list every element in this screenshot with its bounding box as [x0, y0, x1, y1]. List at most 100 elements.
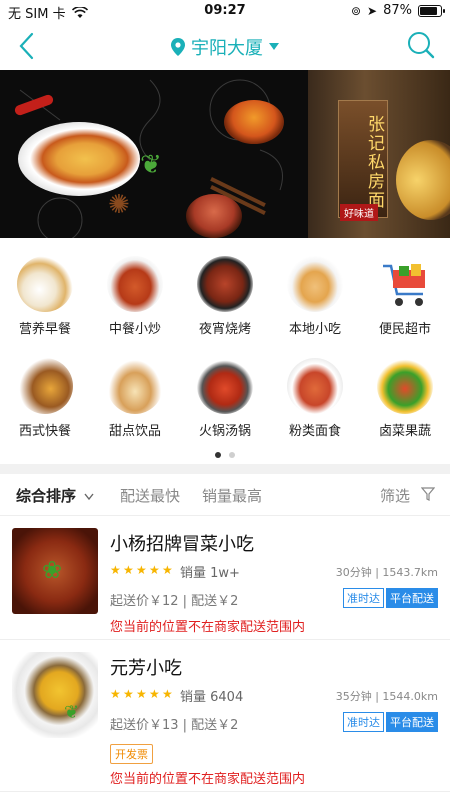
filter-button[interactable]: 筛选: [380, 485, 436, 506]
shop-card[interactable]: ❦ 元芳小吃 ★ ★ ★ ★ ★ 销量 6404 35分钟 | 1544.0km…: [0, 640, 450, 792]
category-label: 粉类面食: [288, 424, 341, 439]
star-icon: ★: [110, 687, 121, 701]
chevron-down-icon: [84, 493, 94, 501]
sort-sales-high-button[interactable]: 销量最高: [202, 485, 262, 506]
shop-card[interactable]: ❀ 小杨招牌冒菜小吃 ★ ★ ★ ★ ★ 销量 1w+ 30分钟 | 1543.…: [0, 516, 450, 640]
category-grid: 营养早餐 中餐小炒 夜宵烧烤 本地小吃 便民超市西式快餐 甜点饮品 火锅汤锅 粉类面食 卤菜果蔬: [0, 238, 450, 462]
battery-icon: [418, 4, 445, 17]
dessert-icon: [107, 358, 163, 414]
page-dot-active: [215, 452, 221, 458]
spicy-dish-image: [224, 100, 284, 144]
category-item[interactable]: 便民超市: [360, 256, 450, 337]
shopping-cart-icon: [377, 256, 433, 312]
shop-name: 元芳小吃: [110, 658, 182, 679]
star-icon: ★: [162, 563, 173, 577]
category-item[interactable]: 营养早餐: [0, 256, 90, 337]
status-right: ⊚ ➤ 87%: [350, 3, 445, 18]
category-item[interactable]: 夜宵烧烤: [180, 256, 270, 337]
category-item[interactable]: 卤菜果蔬: [360, 358, 450, 439]
location-label: 宇阳大厦: [191, 38, 263, 59]
platform-delivery-badge: 平台配送: [386, 712, 438, 732]
star-icon: ★: [149, 563, 160, 577]
star-icon: ★: [136, 563, 147, 577]
category-label: 中餐小炒: [108, 322, 161, 337]
herb-garnish-image: ❀: [42, 556, 63, 584]
shop-sales: 销量 6404: [180, 690, 244, 705]
star-icon: ★: [123, 687, 134, 701]
star-icon: ★: [136, 687, 147, 701]
shop-fee: 起送价￥12 | 配送￥2: [110, 594, 239, 609]
nav-bar: 宇阳大厦: [0, 22, 450, 70]
restaurant-sign: 张记私房面 好味道: [308, 70, 450, 238]
breakfast-icon: [17, 256, 73, 312]
delivery-badges: 准时达 平台配送: [343, 588, 438, 608]
page-indicator: [0, 452, 450, 458]
noodle-icon: [287, 358, 343, 414]
snack-icon: [287, 256, 343, 312]
rating-stars: ★ ★ ★ ★ ★: [110, 688, 174, 700]
category-label: 卤菜果蔬: [378, 424, 431, 439]
battery-fill: [420, 6, 437, 15]
shop-name: 小杨招牌冒菜小吃: [110, 534, 254, 555]
filter-label: 筛选: [380, 487, 411, 505]
rating-stars: ★ ★ ★ ★ ★: [110, 564, 174, 576]
category-label: 西式快餐: [18, 424, 71, 439]
star-icon: ★: [123, 563, 134, 577]
vegetable-icon: [377, 358, 433, 414]
category-item[interactable]: 本地小吃: [270, 256, 360, 337]
category-item[interactable]: 火锅汤锅: [180, 358, 270, 439]
section-divider: [0, 464, 450, 474]
category-label: 甜点饮品: [108, 424, 161, 439]
delivery-badges: 准时达 平台配送: [343, 712, 438, 732]
bbq-icon: [197, 256, 253, 312]
category-item[interactable]: 中餐小炒: [90, 256, 180, 337]
back-arrow-icon[interactable]: [12, 30, 44, 62]
herb-garnish-image: ❦: [64, 702, 80, 723]
status-bar: 无 SIM 卡 09:27 ⊚ ➤ 87%: [0, 0, 450, 22]
sort-default-button[interactable]: 综合排序: [16, 485, 94, 506]
page-dot: [229, 452, 235, 458]
shop-thumbnail-image: ❀: [12, 528, 98, 614]
category-label: 便民超市: [378, 322, 431, 337]
shop-fee: 起送价￥13 | 配送￥2: [110, 718, 239, 733]
stir-fry-icon: [107, 256, 163, 312]
hotpot-icon: [197, 358, 253, 414]
invoice-badge: 开发票: [110, 744, 153, 764]
category-label: 火锅汤锅: [198, 424, 251, 439]
location-arrow-icon: ➤: [367, 3, 378, 18]
shop-thumbnail-image: ❦: [12, 652, 98, 738]
category-item[interactable]: 西式快餐: [0, 358, 90, 439]
out-of-range-warning: 您当前的位置不在商家配送范围内: [110, 772, 306, 787]
star-icon: ★: [149, 687, 160, 701]
category-label: 本地小吃: [288, 322, 341, 337]
star-icon: ★: [162, 687, 173, 701]
sort-bar: 综合排序 配送最快 销量最高 筛选: [0, 474, 450, 516]
map-pin-icon: [171, 38, 185, 56]
orientation-lock-icon: ⊚: [350, 3, 362, 18]
platform-delivery-badge: 平台配送: [386, 588, 438, 608]
location-selector: 宇阳大厦: [0, 34, 450, 60]
promo-banner[interactable]: ✺ ❦ 张记私房面 好味道: [0, 70, 450, 238]
shop-eta-distance: 35分钟 | 1544.0km: [335, 690, 438, 703]
burger-icon: [17, 358, 73, 414]
sort-delivery-fast-button[interactable]: 配送最快: [120, 485, 180, 506]
out-of-range-warning: 您当前的位置不在商家配送范围内: [110, 620, 306, 635]
category-label: 夜宵烧烤: [198, 322, 251, 337]
shop-eta-distance: 30分钟 | 1543.7km: [335, 566, 438, 579]
on-time-badge: 准时达: [343, 588, 384, 608]
star-anise-image: ✺: [108, 190, 130, 220]
noodle-dish-image: [396, 140, 450, 220]
filter-icon: [420, 487, 436, 501]
search-icon[interactable]: [406, 30, 436, 60]
meat-bowl-image: [186, 194, 242, 238]
category-item[interactable]: 甜点饮品: [90, 358, 180, 439]
battery-percent: 87%: [383, 3, 412, 18]
noodle-plate-image: [18, 122, 140, 196]
star-icon: ★: [110, 563, 121, 577]
on-time-badge: 准时达: [343, 712, 384, 732]
sign-tag: 好味道: [340, 204, 378, 221]
sort-default-label: 综合排序: [16, 487, 77, 505]
location-selector-button[interactable]: 宇阳大厦: [171, 34, 279, 60]
shop-sales: 销量 1w+: [180, 566, 240, 581]
category-item[interactable]: 粉类面食: [270, 358, 360, 439]
